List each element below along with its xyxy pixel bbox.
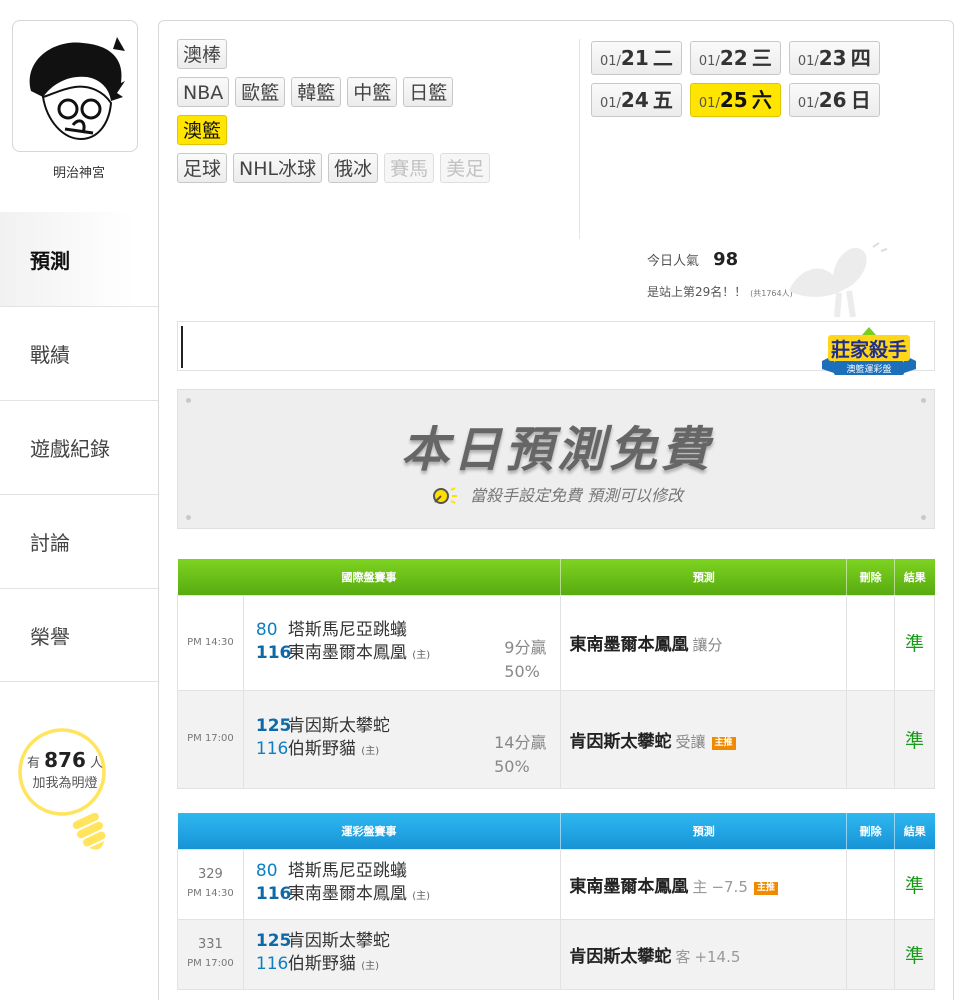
sport-tab-aus-baseball[interactable]: 澳棒 bbox=[177, 39, 228, 69]
prediction-cell: 東南墨爾本鳳凰主 −7.5 主推 bbox=[560, 848, 848, 920]
main-pick-badge: 主推 bbox=[753, 881, 778, 895]
win-margin: 9分贏 50% bbox=[504, 637, 547, 681]
popularity: 今日人氣 98 bbox=[647, 249, 738, 270]
match-time: PM 14:30 bbox=[177, 594, 244, 691]
match-time: PM 17:00 bbox=[177, 689, 244, 789]
sport-tab-aus-basketball[interactable]: 澳籃 bbox=[177, 115, 228, 145]
result-badge: 準 bbox=[894, 689, 935, 789]
prediction-cell: 肯因斯太攀蛇 受讓 主推 bbox=[560, 689, 848, 789]
header-result: 結果 bbox=[894, 559, 935, 595]
date-tab-0121[interactable]: 01/21 二 bbox=[591, 41, 682, 75]
date-tab-0124[interactable]: 01/24 五 bbox=[591, 83, 682, 117]
sport-tab-nba[interactable]: NBA bbox=[177, 77, 230, 107]
away-team: 125肯因斯太攀蛇 bbox=[255, 931, 390, 951]
selector-divider bbox=[579, 39, 580, 239]
sidebar-item-game-log[interactable]: 遊戲紀錄 bbox=[0, 400, 158, 494]
prediction-cell: 東南墨爾本鳳凰 讓分 bbox=[560, 594, 848, 691]
away-team: 80 塔斯馬尼亞跳蟻 bbox=[255, 861, 407, 881]
sport-tab-euro-basketball[interactable]: 歐籃 bbox=[235, 77, 286, 107]
header-delete: 刪除 bbox=[846, 813, 896, 849]
delete-cell bbox=[846, 848, 896, 920]
date-tab-0122[interactable]: 01/22 三 bbox=[689, 41, 781, 75]
light-bulb-icon bbox=[432, 487, 457, 504]
sidebar-item-record[interactable]: 戰績 bbox=[0, 306, 158, 400]
dealer-killer-badge-icon: 莊家殺手 澳籃運彩盤 bbox=[822, 327, 916, 375]
table-row: 329 PM 14:30 80 塔斯馬尼亞跳蟻 116東南墨爾本鳳凰 (主) 東南… bbox=[177, 848, 935, 920]
rank-text: 是站上第29名！！ bbox=[647, 285, 747, 299]
delete-cell bbox=[846, 689, 896, 789]
header-lottery-match: 運彩盤賽事 bbox=[177, 813, 562, 849]
profile-card: 明治神宮 bbox=[0, 0, 158, 212]
result-badge: 準 bbox=[894, 594, 935, 691]
table-row: PM 17:00 125肯因斯太攀蛇 116伯斯野貓 (主) 14分贏 50% 肯… bbox=[177, 689, 935, 789]
sport-tab-soccer[interactable]: 足球 bbox=[177, 153, 228, 183]
sidebar-item-prediction[interactable]: 預測 bbox=[0, 212, 158, 306]
sidebar-nav: 預測 戰績 遊戲紀錄 討論 榮譽 bbox=[0, 212, 158, 682]
game-number: 329 bbox=[198, 866, 223, 882]
sport-tab-american-football: 美足 bbox=[440, 153, 491, 183]
home-team: 116東南墨爾本鳳凰 (主) bbox=[255, 884, 431, 904]
date-tab-0126[interactable]: 01/26 日 bbox=[788, 83, 880, 117]
followers-count: 876 bbox=[44, 748, 86, 772]
profile-name: 明治神宮 bbox=[52, 166, 105, 181]
sport-tab-russia-hockey[interactable]: 俄冰 bbox=[328, 153, 379, 183]
prediction-cell: 肯因斯太攀蛇客 +14.5 bbox=[560, 918, 848, 990]
header-intl-match: 國際盤賽事 bbox=[177, 559, 562, 595]
followers-suffix: 人 bbox=[90, 756, 104, 771]
game-number: 331 bbox=[198, 936, 223, 952]
home-team: 116伯斯野貓 (主) bbox=[255, 954, 380, 974]
sport-tab-china-basketball[interactable]: 中籃 bbox=[347, 77, 398, 107]
result-badge: 準 bbox=[894, 848, 935, 920]
header-prediction: 預測 bbox=[560, 813, 848, 849]
date-tab-0123[interactable]: 01/23 四 bbox=[788, 41, 880, 75]
delete-cell bbox=[846, 594, 896, 691]
sport-selector: 澳棒 NBA 歐籃 韓籃 中籃 日籃 澳籃 足球 NHL冰球 俄冰 賽馬 美足 bbox=[177, 39, 577, 191]
header-delete: 刪除 bbox=[846, 559, 896, 595]
header-prediction: 預測 bbox=[560, 559, 848, 595]
free-prediction-banner: 本日預測免費 當殺手設定免費 預測可以修改 bbox=[177, 389, 935, 529]
delete-cell bbox=[846, 918, 896, 990]
sport-tab-nhl[interactable]: NHL冰球 bbox=[233, 153, 323, 183]
main-panel: 澳棒 NBA 歐籃 韓籃 中籃 日籃 澳籃 足球 NHL冰球 俄冰 賽馬 美足 … bbox=[158, 20, 954, 1000]
sidebar: 明治神宮 預測 戰績 遊戲紀錄 討論 榮譽 有 876 人 加我為明燈 bbox=[0, 0, 158, 1000]
popularity-value: 98 bbox=[713, 249, 739, 270]
date-tab-0125[interactable]: 01/25 六 bbox=[689, 83, 781, 117]
banner-subtitle: 當殺手設定免費 預測可以修改 bbox=[470, 486, 684, 505]
intl-odds-table: 國際盤賽事 預測 刪除 結果 PM 14:30 80 塔斯馬尼亞跳蟻 116東南墨… bbox=[177, 559, 935, 789]
popularity-decoration-icon bbox=[789, 242, 888, 318]
sport-tab-japan-basketball[interactable]: 日籃 bbox=[403, 77, 454, 107]
followers-caption: 加我為明燈 bbox=[32, 776, 98, 791]
avatar[interactable] bbox=[12, 20, 138, 152]
avatar-image-icon bbox=[29, 37, 126, 141]
match-time: PM 14:30 bbox=[187, 887, 234, 899]
site-rank: 是站上第29名！！ (共1764人) bbox=[647, 283, 793, 300]
main-pick-badge: 主推 bbox=[711, 736, 736, 750]
sports-lottery-table: 運彩盤賽事 預測 刪除 結果 329 PM 14:30 80 塔斯馬尼亞跳蟻 11… bbox=[177, 813, 935, 990]
table-row: PM 14:30 80 塔斯馬尼亞跳蟻 116東南墨爾本鳳凰 (主) 9分贏 50%… bbox=[177, 594, 935, 691]
win-margin: 14分贏 50% bbox=[494, 732, 547, 776]
sport-tab-korea-basketball[interactable]: 韓籃 bbox=[291, 77, 342, 107]
result-badge: 準 bbox=[894, 918, 935, 990]
header-result: 結果 bbox=[894, 813, 935, 849]
match-time: PM 17:00 bbox=[187, 957, 234, 969]
table-row: 331 PM 17:00 125肯因斯太攀蛇 116伯斯野貓 (主) 肯因斯太攀… bbox=[177, 918, 935, 990]
banner-title: 本日預測免費 bbox=[400, 422, 713, 478]
badge-title: 莊家殺手 bbox=[831, 338, 907, 361]
badge-subtitle: 澳籃運彩盤 bbox=[846, 363, 891, 375]
follow-bulb[interactable]: 有 876 人 加我為明燈 bbox=[10, 720, 120, 860]
sidebar-item-discussion[interactable]: 討論 bbox=[0, 494, 158, 588]
sidebar-item-honor[interactable]: 榮譽 bbox=[0, 588, 158, 682]
followers-prefix: 有 bbox=[26, 756, 40, 771]
popularity-label: 今日人氣 bbox=[647, 254, 700, 269]
sport-tab-horse-racing: 賽馬 bbox=[384, 153, 435, 183]
date-selector: 01/21 二 01/22 三 01/23 四 01/24 五 01/25 六 … bbox=[591, 41, 941, 117]
